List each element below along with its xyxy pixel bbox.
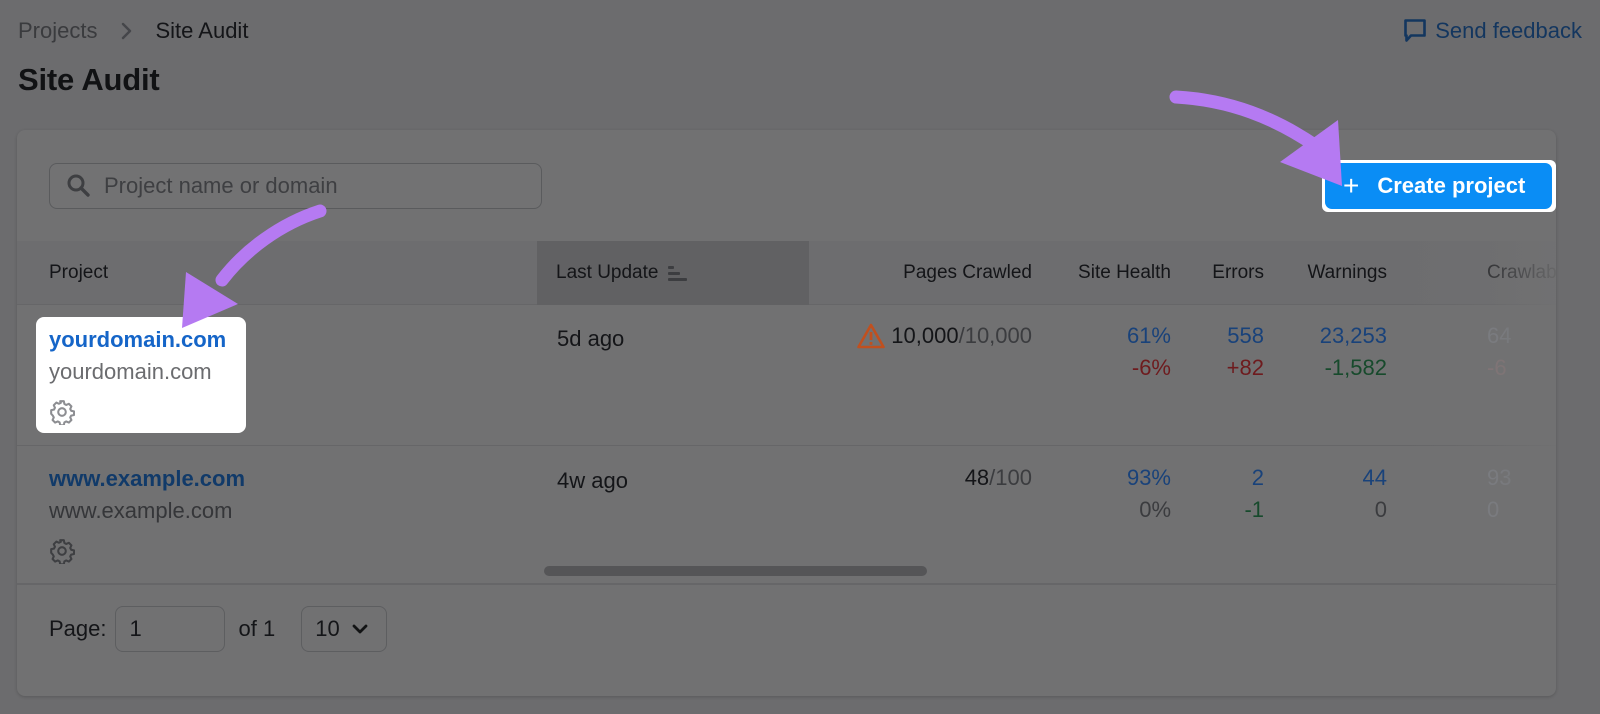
per-page-value: 10: [315, 616, 340, 641]
column-header-site-health[interactable]: Site Health: [1047, 241, 1171, 305]
crawlability[interactable]: 93 0: [1487, 462, 1547, 526]
column-header-last-update[interactable]: Last Update: [537, 241, 809, 305]
column-header-project[interactable]: Project: [49, 241, 108, 305]
table-header: Project Last Update Pages Crawled Site H…: [17, 241, 1556, 305]
plus-icon: +: [1343, 170, 1360, 201]
project-cell: www.example.com www.example.com: [49, 466, 245, 564]
site-health[interactable]: 61% -6%: [1047, 320, 1171, 384]
search-box[interactable]: [49, 163, 542, 209]
column-label: Project: [49, 262, 109, 283]
create-project-button[interactable]: + Create project: [1325, 163, 1552, 209]
pages-crawled-count: 10,000: [891, 323, 959, 348]
column-label: Crawlabi: [1487, 262, 1556, 283]
project-name-link[interactable]: www.example.com: [49, 466, 245, 492]
create-project-highlight: + Create project: [1322, 160, 1556, 212]
pages-crawled-count: 48: [964, 465, 990, 490]
site-health-delta: -6%: [1131, 355, 1171, 380]
sort-descending-icon: [668, 266, 688, 281]
project-name-link[interactable]: yourdomain.com: [49, 327, 246, 353]
pages-crawled: 48/100: [827, 462, 1032, 494]
pagination: Page: of 1 10: [49, 606, 388, 652]
errors-value: 558: [1227, 323, 1264, 348]
horizontal-scrollbar[interactable]: [544, 566, 927, 576]
site-health-delta: 0%: [1139, 497, 1171, 522]
site-health[interactable]: 93% 0%: [1047, 462, 1171, 526]
chevron-right-icon: [115, 20, 137, 42]
crawlability[interactable]: 64 -6: [1487, 320, 1547, 384]
site-health-value: 61%: [1126, 323, 1171, 348]
page-count-label: of 1: [238, 616, 276, 641]
column-label: Errors: [1212, 262, 1264, 283]
table-row: yourdomain.com yourdomain.com 5d ago 10,…: [17, 306, 1556, 446]
column-header-warnings[interactable]: Warnings: [1277, 241, 1387, 305]
gear-icon[interactable]: [49, 399, 75, 425]
send-feedback-label: Send feedback: [1435, 18, 1582, 43]
crawlability-value: 64: [1487, 323, 1512, 348]
per-page-select[interactable]: 10: [301, 606, 388, 652]
warnings-value: 23,253: [1319, 323, 1387, 348]
warnings-delta: 0: [1374, 497, 1387, 522]
column-label: Pages Crawled: [903, 262, 1032, 283]
page-label: Page:: [49, 616, 107, 641]
search-icon: [67, 174, 90, 197]
warnings-delta: -1,582: [1324, 355, 1387, 380]
chevron-down-icon: [352, 624, 368, 634]
errors-value: 2: [1251, 465, 1264, 490]
last-update: 5d ago: [557, 326, 625, 351]
pages-crawled-limit: /100: [989, 465, 1032, 490]
gear-icon[interactable]: [49, 538, 75, 564]
breadcrumb-projects-link[interactable]: Projects: [18, 18, 97, 44]
send-feedback-link[interactable]: Send feedback: [1403, 18, 1582, 44]
warnings[interactable]: 23,253 -1,582: [1277, 320, 1387, 384]
site-health-value: 93%: [1126, 465, 1171, 490]
page-title: Site Audit: [18, 62, 160, 97]
last-update: 4w ago: [557, 468, 628, 493]
search-input[interactable]: [104, 173, 504, 199]
column-header-pages-crawled[interactable]: Pages Crawled: [847, 241, 1032, 305]
projects-card: + Create project Project Last Update Pag…: [17, 130, 1556, 696]
speech-bubble-icon: [1404, 19, 1427, 42]
topbar: Projects Site Audit Send feedback: [18, 18, 1582, 50]
crawlability-delta: 0: [1487, 497, 1500, 522]
crawlability-value: 93: [1487, 465, 1512, 490]
warnings-value: 44: [1362, 465, 1387, 490]
pages-crawled: 10,000/10,000: [827, 320, 1032, 352]
errors-delta: +82: [1226, 355, 1264, 380]
project-cell-highlight: yourdomain.com yourdomain.com: [36, 317, 246, 433]
errors[interactable]: 2 -1: [1187, 462, 1264, 526]
column-label: Site Health: [1078, 262, 1171, 283]
crawlability-delta: -6: [1487, 355, 1507, 380]
errors-delta: -1: [1244, 497, 1264, 522]
page-number-input[interactable]: [114, 606, 225, 652]
column-label: Last Update: [556, 262, 659, 283]
project-domain: www.example.com: [49, 498, 233, 523]
column-header-errors[interactable]: Errors: [1187, 241, 1264, 305]
project-domain: yourdomain.com: [49, 359, 212, 384]
create-project-label: Create project: [1377, 173, 1526, 198]
warnings[interactable]: 44 0: [1277, 462, 1387, 526]
column-header-crawlability[interactable]: Crawlabi: [1487, 241, 1556, 305]
divider: [17, 584, 1556, 585]
pages-crawled-limit: /10,000: [958, 323, 1032, 348]
warning-triangle-icon: [857, 323, 886, 349]
table-row: www.example.com www.example.com 4w ago 4…: [17, 446, 1556, 584]
breadcrumb-current: Site Audit: [155, 18, 249, 43]
breadcrumb: Projects Site Audit: [18, 18, 248, 44]
column-label: Warnings: [1307, 262, 1387, 283]
errors[interactable]: 558 +82: [1187, 320, 1264, 384]
